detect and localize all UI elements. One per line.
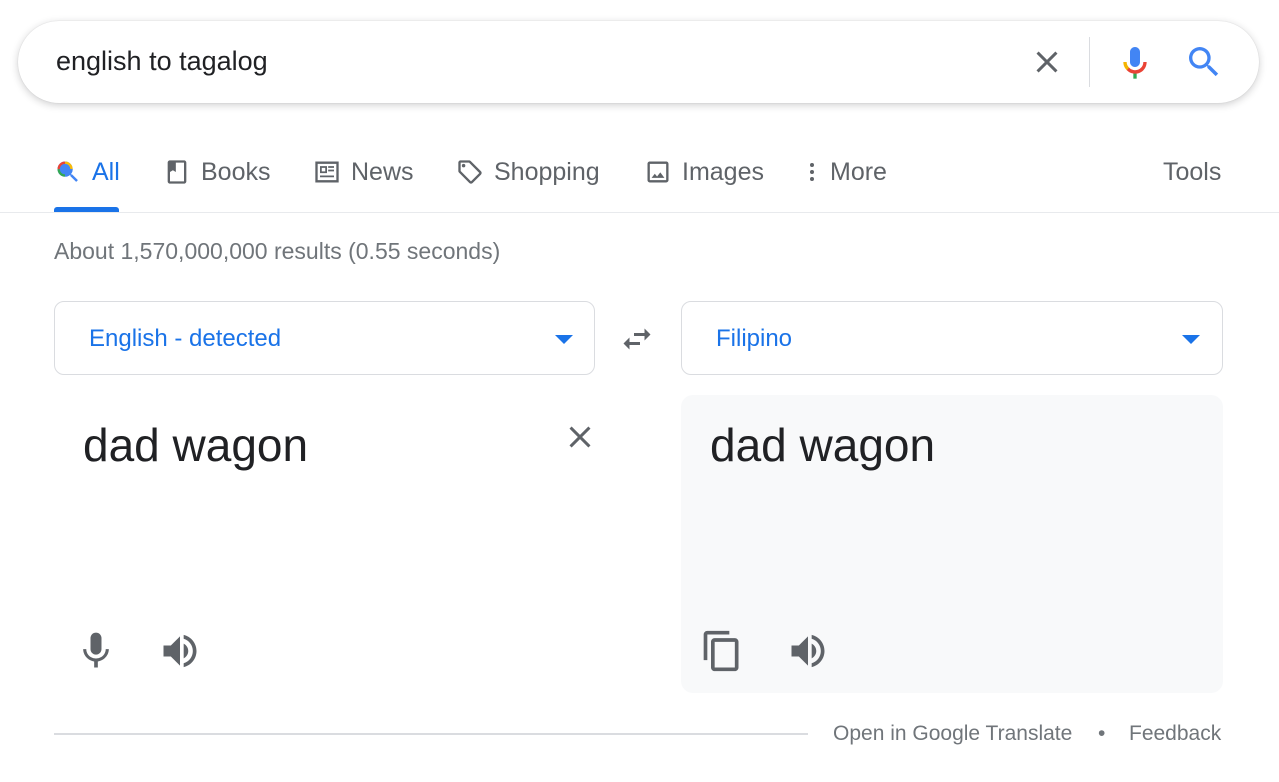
swap-icon <box>623 328 651 350</box>
tab-shopping-label: Shopping <box>494 157 600 186</box>
source-language-label: English - detected <box>89 325 282 352</box>
translated-text: dad wagon <box>710 419 936 471</box>
voice-search-button[interactable] <box>1115 42 1155 82</box>
search-icon <box>57 161 78 182</box>
tab-books[interactable]: Books <box>163 152 270 192</box>
mic-icon <box>83 632 109 668</box>
tabs-divider <box>0 212 1279 213</box>
tab-more[interactable]: More <box>800 152 887 192</box>
open-in-translate-link[interactable]: Open in Google Translate <box>833 720 1072 748</box>
tools-button[interactable]: Tools <box>1163 152 1221 192</box>
tab-news-label: News <box>351 157 414 186</box>
mic-icon <box>1123 47 1147 79</box>
tab-all[interactable]: All <box>54 152 120 192</box>
search-input[interactable]: english to tagalog <box>56 43 268 79</box>
copy-translation-button[interactable] <box>700 629 744 673</box>
tab-books-label: Books <box>201 157 271 186</box>
result-stats: About 1,570,000,000 results (0.55 second… <box>54 238 501 264</box>
footer-separator: • <box>1098 722 1106 745</box>
source-language-select[interactable]: English - detected <box>54 301 595 375</box>
target-language-label: Filipino <box>716 325 793 352</box>
source-text-input[interactable]: dad wagon <box>83 417 308 473</box>
tools-label: Tools <box>1163 157 1222 186</box>
more-vert-icon <box>810 163 814 181</box>
speaker-icon <box>163 634 197 668</box>
search-icon <box>1189 47 1219 77</box>
feedback-link[interactable]: Feedback <box>1129 720 1221 748</box>
tab-images-label: Images <box>682 157 764 186</box>
tag-icon <box>458 160 482 184</box>
chevron-down-icon <box>555 335 573 344</box>
tab-news[interactable]: News <box>313 152 414 192</box>
news-icon <box>315 161 339 183</box>
book-icon <box>167 160 187 184</box>
tab-shopping[interactable]: Shopping <box>456 152 600 192</box>
search-divider <box>1089 37 1090 87</box>
target-language-select[interactable]: Filipino <box>681 301 1223 375</box>
source-listen-button[interactable] <box>158 629 202 673</box>
image-icon <box>647 161 669 183</box>
tab-images[interactable]: Images <box>644 152 764 192</box>
close-icon <box>569 426 591 448</box>
target-text-panel: dad wagon <box>681 395 1223 693</box>
swap-languages-button[interactable] <box>617 321 657 357</box>
footer-divider <box>54 733 808 735</box>
source-text-panel: dad wagon <box>54 395 595 693</box>
search-tabs: All Books News Shopping Images More Tool… <box>0 140 1279 213</box>
search-results-page: english to tagalog All Books News Shoppi… <box>0 0 1279 782</box>
search-bar[interactable]: english to tagalog <box>18 21 1259 103</box>
speaker-icon <box>791 634 825 668</box>
copy-icon <box>703 630 739 672</box>
clear-source-button[interactable] <box>562 419 598 455</box>
clear-search-button[interactable] <box>1029 44 1065 80</box>
target-listen-button[interactable] <box>786 629 830 673</box>
close-icon <box>1036 51 1058 73</box>
search-submit-button[interactable] <box>1184 42 1224 82</box>
chevron-down-icon <box>1182 335 1200 344</box>
tab-more-label: More <box>830 157 887 186</box>
source-voice-input-button[interactable] <box>74 629 118 673</box>
tab-all-label: All <box>92 157 120 186</box>
